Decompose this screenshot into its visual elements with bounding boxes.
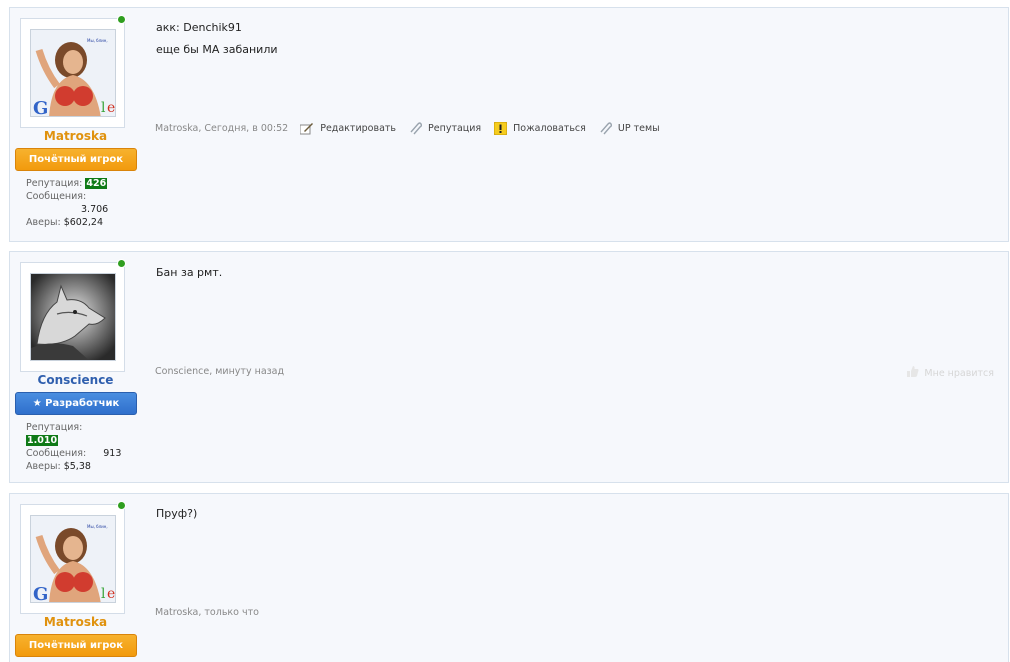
report-button[interactable]: Пожаловаться — [493, 121, 586, 135]
svg-text:l: l — [101, 100, 106, 116]
messages-label: Сообщения: — [26, 191, 87, 202]
svg-text:l: l — [101, 586, 106, 602]
avers-label: Аверы: — [26, 461, 61, 472]
post-author-time: Matroska, Сегодня, в 00:52 — [155, 122, 289, 134]
post-body: Пруф?) — [156, 503, 197, 525]
post-meta: Matroska, Сегодня, в 00:52 Редактировать… — [155, 121, 660, 135]
avatar[interactable]: G l e Мы, блин, — [30, 29, 116, 117]
reputation-label: Репутация: — [26, 422, 83, 433]
thumbs-up-icon — [906, 365, 919, 381]
user-avatar-frame: G l e Мы, блин, — [20, 15, 126, 128]
post-3: G l e Мы, блин, Matroska Почётный игрок … — [9, 493, 1009, 662]
reputation-value[interactable]: 426 — [85, 178, 108, 189]
post-body: Бан за рмт. — [156, 262, 222, 284]
post-line: Пруф?) — [156, 507, 198, 520]
user-stats: Репутация: 1.010 Сообщения: 913 Аверы: $… — [26, 421, 126, 473]
up-topic-button[interactable]: UP темы — [598, 121, 660, 135]
user-avatar-frame: G l e Мы, блин, — [20, 501, 126, 614]
paperclip-icon — [598, 121, 612, 135]
svg-text:e: e — [107, 586, 115, 602]
username[interactable]: Conscience — [18, 373, 133, 387]
messages-label: Сообщения: — [26, 448, 87, 459]
avers-label: Аверы: — [26, 217, 61, 228]
edit-icon — [300, 121, 314, 135]
messages-value: 913 — [103, 448, 122, 459]
online-status-icon — [117, 501, 126, 510]
svg-text:Мы, блин,: Мы, блин, — [87, 38, 108, 43]
post-1: G l e Мы, блин, Matroska Почётный игрок … — [9, 7, 1009, 242]
svg-text:G: G — [33, 98, 48, 117]
avatar[interactable] — [30, 273, 116, 361]
username[interactable]: Matroska — [18, 129, 133, 143]
post-2: Conscience ★ Разработчик Репутация: 1.01… — [9, 251, 1009, 483]
user-avatar-frame — [20, 259, 126, 372]
avers-value: $5,38 — [63, 461, 91, 472]
like-button[interactable]: Мне нравится — [906, 365, 994, 381]
rank-badge: Почётный игрок — [15, 634, 137, 657]
messages-value: 3.706 — [81, 204, 109, 215]
username[interactable]: Matroska — [18, 615, 133, 629]
post-author-time: Conscience, минуту назад — [155, 366, 285, 377]
post-line: акк: Denchik91 — [156, 21, 242, 34]
post-meta: Matroska, только что — [155, 607, 259, 618]
svg-text:e: e — [107, 100, 115, 116]
post-author-time: Matroska, только что — [155, 607, 259, 618]
post-body: акк: Denchik91 еще бы МА забанили — [156, 17, 278, 61]
post-line: Бан за рмт. — [156, 266, 223, 279]
warning-icon — [493, 121, 507, 135]
user-stats: Репутация: 426 Сообщения: 3.706 Аверы: $… — [26, 177, 126, 229]
avatar[interactable]: G l e Мы, блин, — [30, 515, 116, 603]
avers-value: $602,24 — [63, 217, 104, 228]
svg-text:Мы, блин,: Мы, блин, — [87, 524, 108, 529]
edit-button[interactable]: Редактировать — [300, 121, 396, 135]
post-meta: Conscience, минуту назад — [155, 366, 284, 377]
rank-badge: ★ Разработчик — [15, 392, 137, 415]
online-status-icon — [117, 15, 126, 24]
post-line: еще бы МА забанили — [156, 43, 278, 56]
reputation-label: Репутация: — [26, 178, 83, 189]
rank-badge: Почётный игрок — [15, 148, 137, 171]
reputation-button[interactable]: Репутация — [408, 121, 481, 135]
reputation-value[interactable]: 1.010 — [26, 435, 59, 446]
paperclip-icon — [408, 121, 423, 135]
svg-text:G: G — [33, 584, 48, 603]
online-status-icon — [117, 259, 126, 268]
